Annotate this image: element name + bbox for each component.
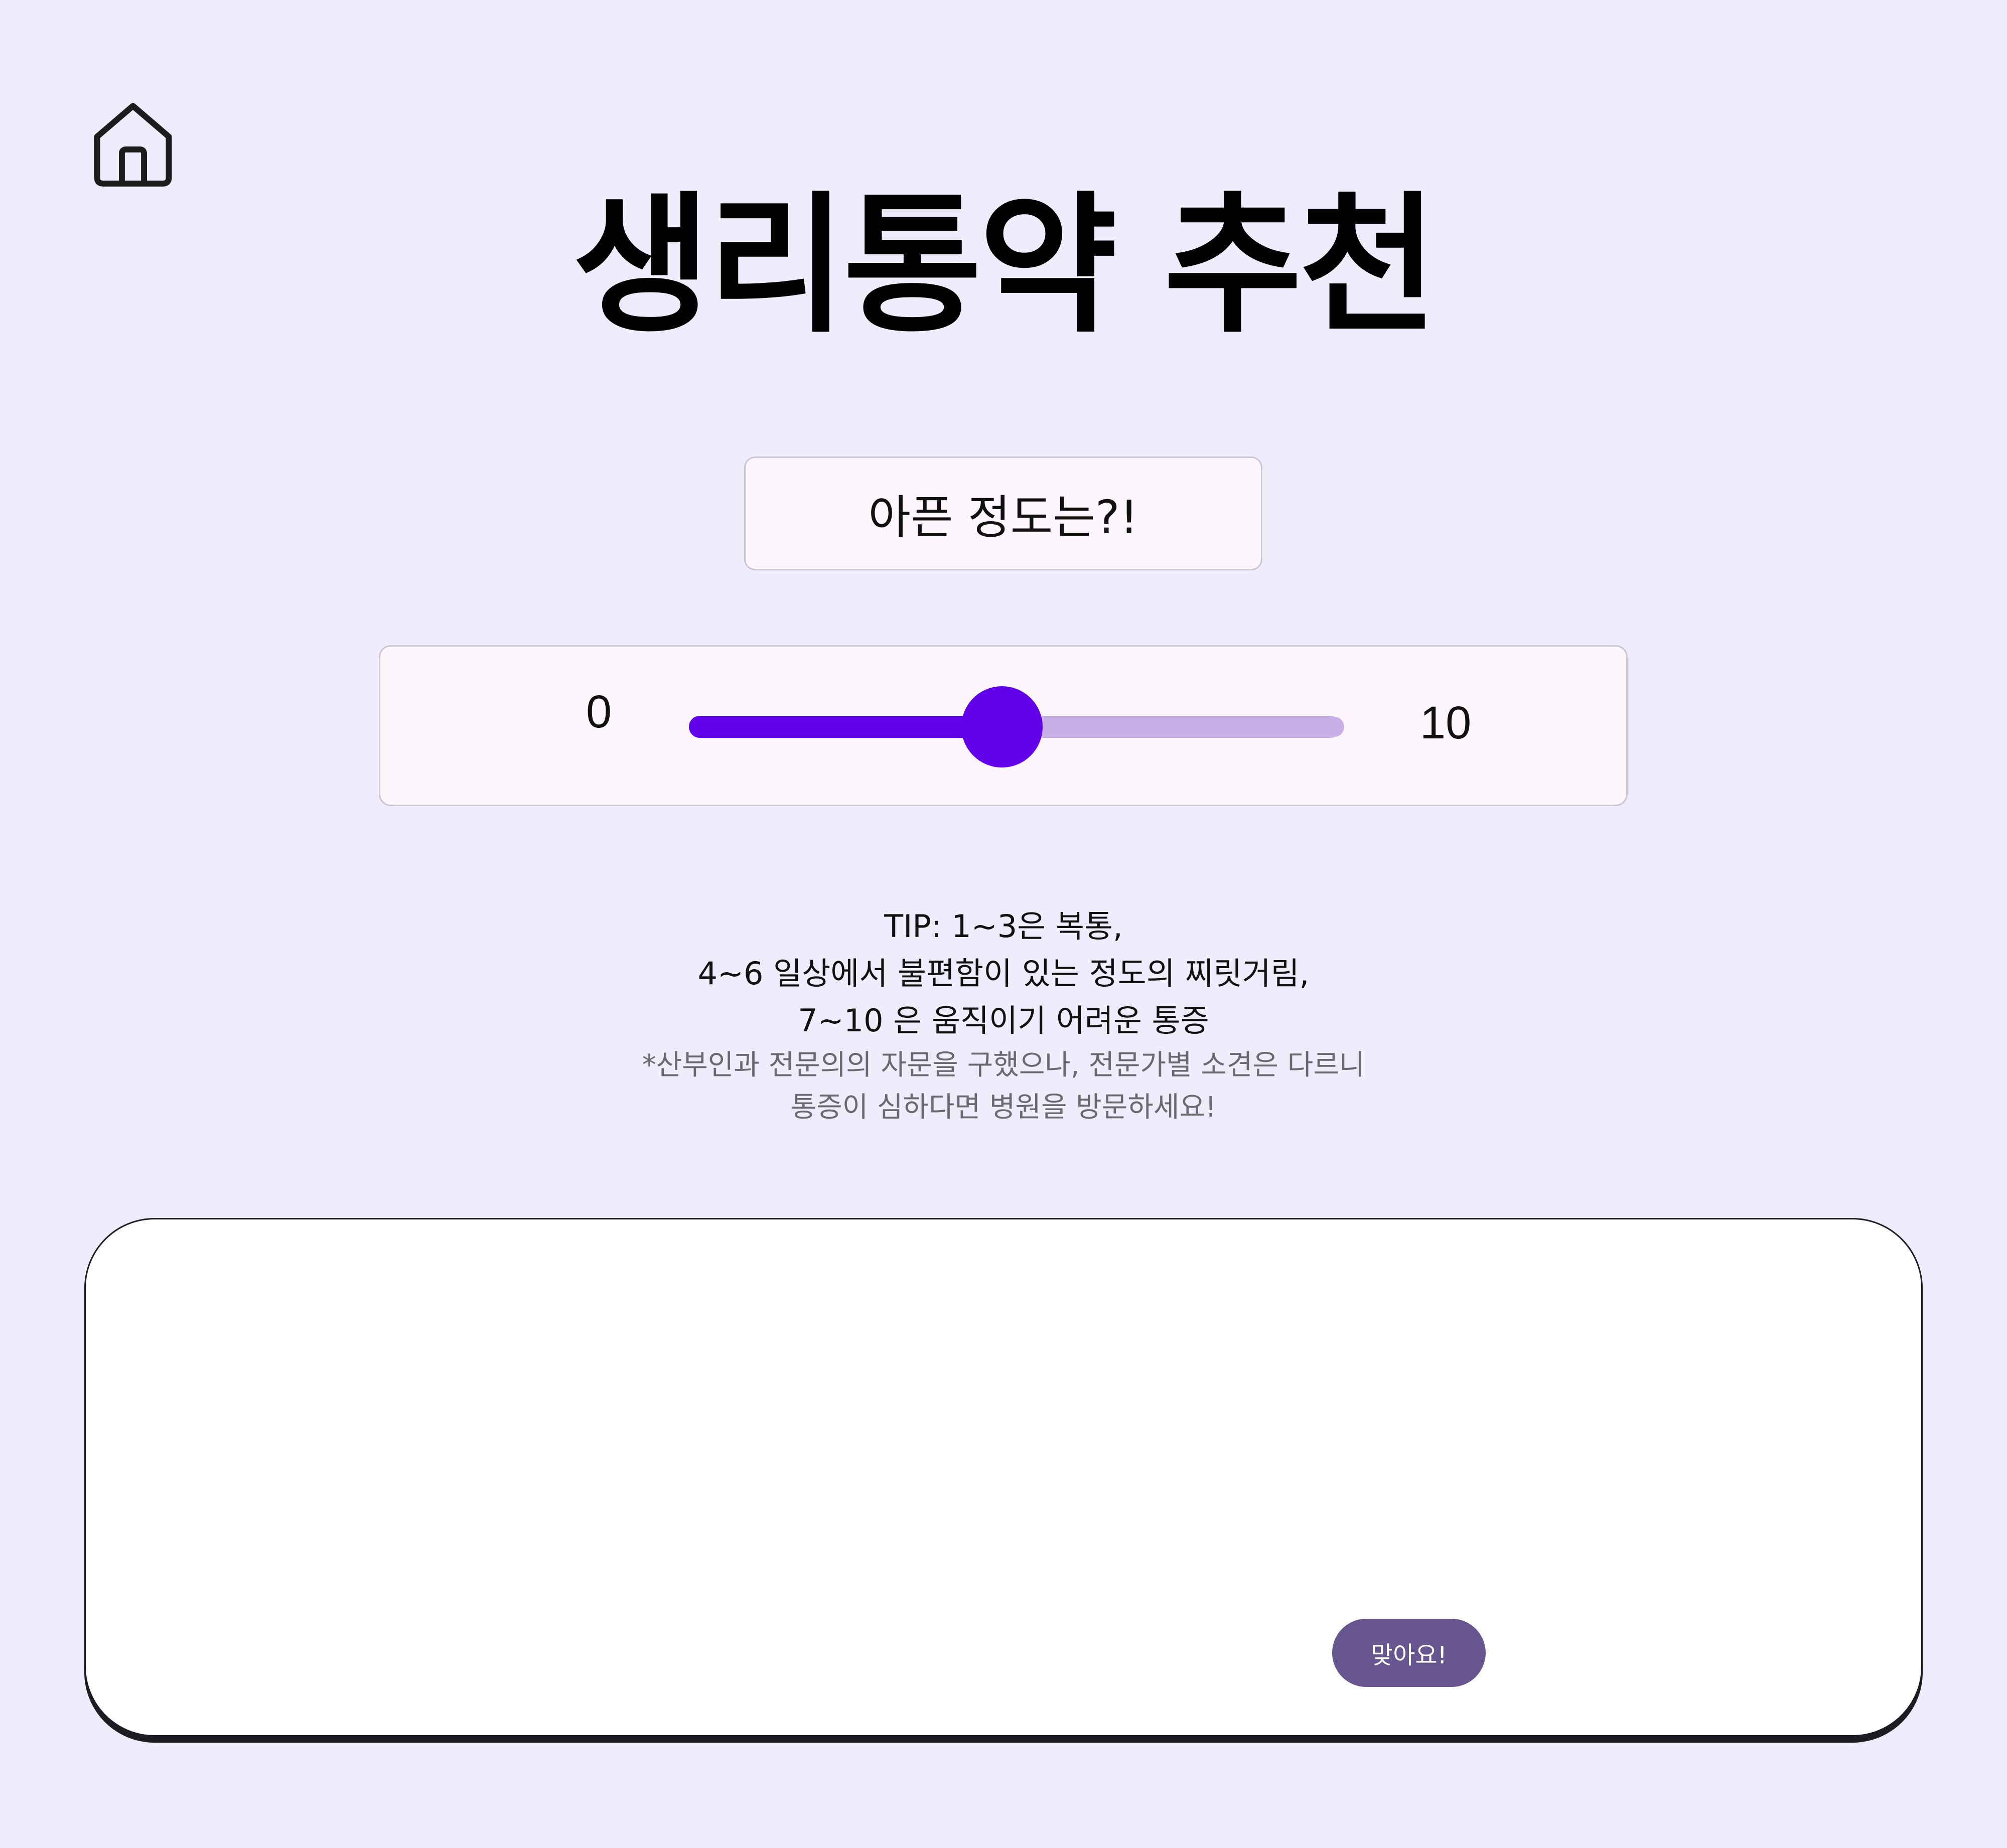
tip-line: 4~6 일상에서 불편함이 있는 정도의 찌릿거림, (697, 955, 1310, 992)
pain-slider-end (1324, 717, 1344, 737)
pain-level-question-label: 아픈 정도는?! (868, 491, 1138, 544)
pain-slider-card: 0 10 (379, 645, 1628, 806)
tip-disclaimer: 통증이 심하다면 병원을 방문하세요! (790, 1091, 1217, 1124)
pain-slider-fill (689, 716, 1002, 738)
tip-section: TIP: 1~3은 복통, 4~6 일상에서 불편함이 있는 정도의 찌릿거림,… (0, 903, 2007, 1129)
home-button[interactable] (90, 98, 176, 189)
pain-slider-thumb[interactable] (961, 686, 1043, 767)
tip-line: 7~10 은 움직이기 어려운 통증 (798, 1002, 1209, 1039)
page-title: 생리통약 추천 (572, 178, 1438, 353)
recommendation-card (84, 1218, 1923, 1737)
pain-level-question: 아픈 정도는?! (744, 456, 1262, 570)
slider-min-label: 0 (586, 686, 612, 737)
home-icon (94, 103, 172, 187)
pain-slider-track[interactable] (689, 686, 1344, 767)
tip-disclaimer: *산부인과 전문의의 자문을 구했으나, 전문가별 소견은 다르니 (642, 1049, 1365, 1082)
confirm-button[interactable]: 맞아요! (1332, 1619, 1486, 1687)
tip-line: TIP: 1~3은 복통, (884, 908, 1123, 945)
slider-max-label: 10 (1420, 697, 1472, 748)
